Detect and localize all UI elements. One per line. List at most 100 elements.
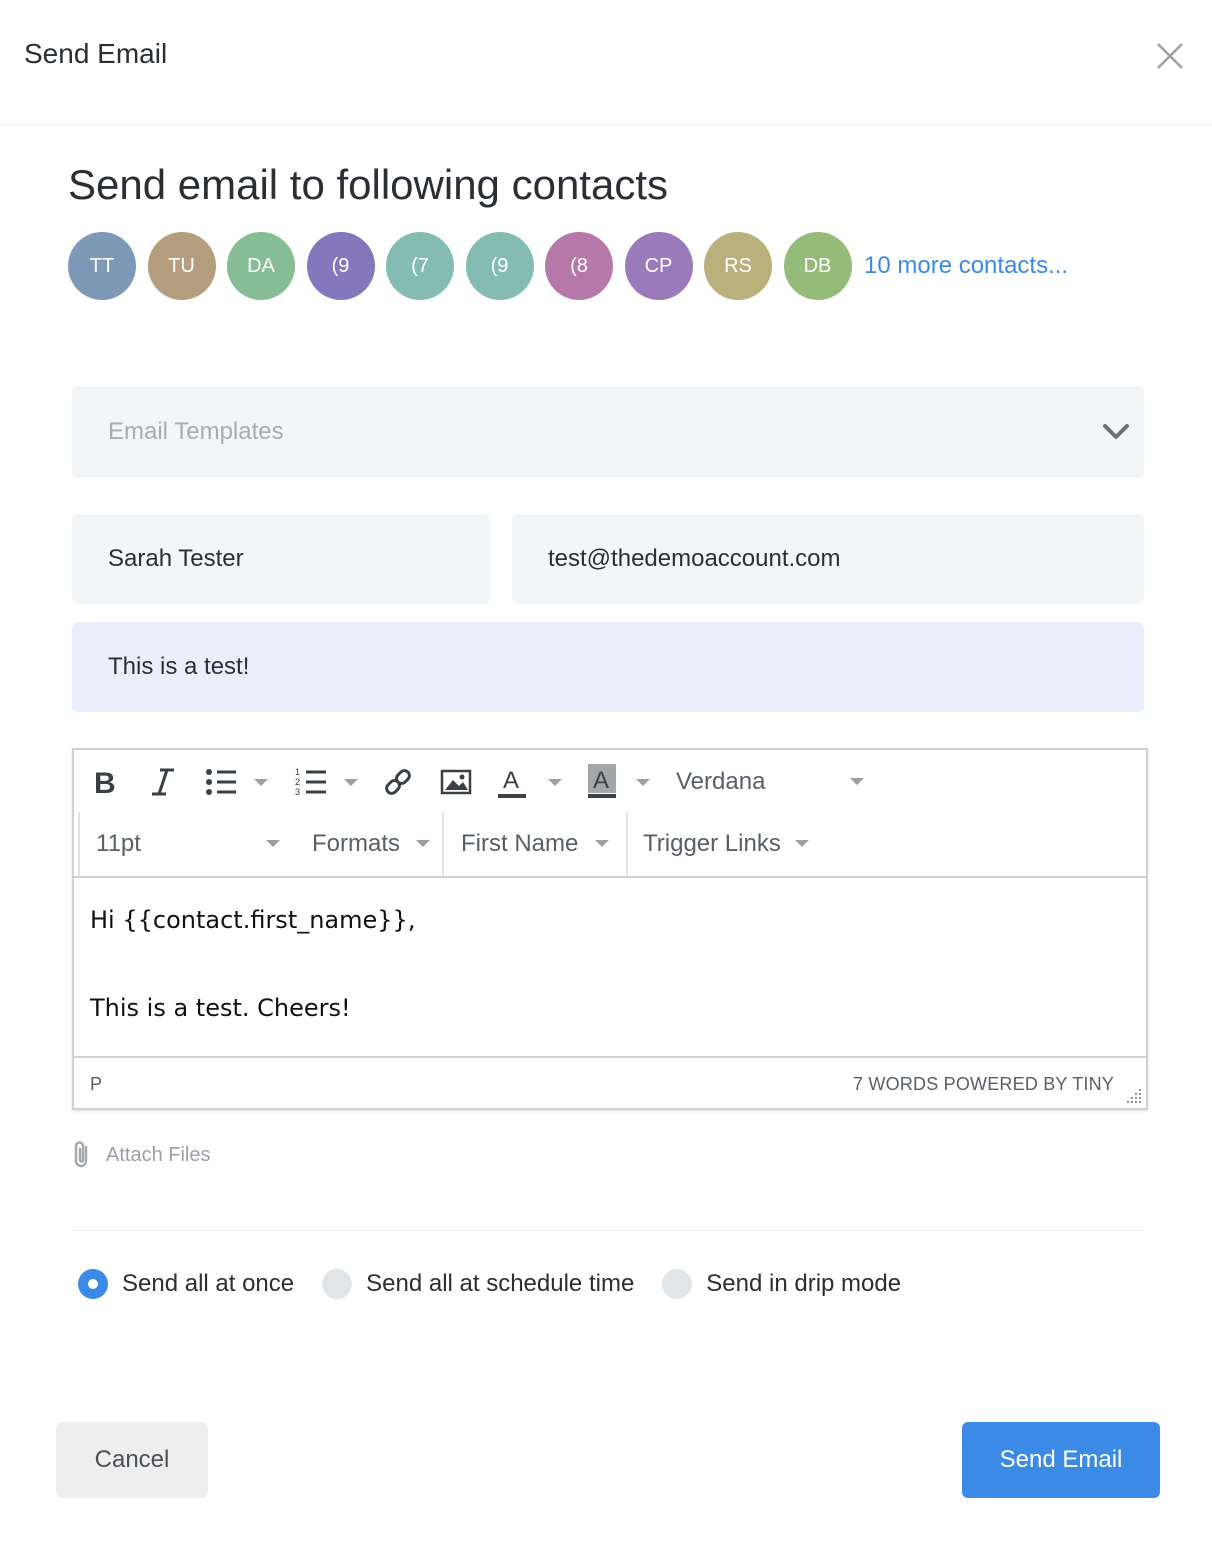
avatar-initials: RS <box>724 254 752 277</box>
radio-send-all-at-once[interactable]: Send all at once <box>78 1269 294 1299</box>
toolbar-divider <box>78 812 80 876</box>
bold-icon[interactable]: B <box>90 762 120 802</box>
more-contacts-link[interactable]: 10 more contacts... <box>864 252 1068 280</box>
chevron-down-icon <box>1103 424 1129 439</box>
text-color-dropdown[interactable] <box>548 762 562 802</box>
background-color-dropdown[interactable] <box>636 762 650 802</box>
avatar[interactable]: DB <box>783 232 852 300</box>
image-icon[interactable] <box>440 762 472 802</box>
attach-files-label: Attach Files <box>106 1143 211 1166</box>
svg-text:A: A <box>503 767 519 794</box>
radio-button[interactable] <box>322 1269 353 1299</box>
from-name-value: Sarah Tester <box>108 545 244 572</box>
paperclip-icon <box>74 1141 88 1168</box>
svg-text:3: 3 <box>295 787 300 797</box>
first-name-label: First Name <box>461 830 579 857</box>
avatar-initials: (7 <box>411 254 429 277</box>
bullet-list-icon[interactable] <box>204 762 238 802</box>
radio-send-in-drip-mode[interactable]: Send in drip mode <box>662 1269 901 1299</box>
resize-handle-icon[interactable] <box>1126 1088 1142 1104</box>
dialog-header: Send Email <box>0 0 1212 125</box>
radio-label: Send all at schedule time <box>366 1270 635 1297</box>
avatar-initials: (8 <box>570 254 588 277</box>
editor-content[interactable]: Hi {{contact.first_name}}, This is a tes… <box>74 876 1146 1058</box>
divider <box>72 1230 1144 1231</box>
chevron-down-icon <box>548 778 562 786</box>
chevron-down-icon <box>636 778 650 786</box>
avatar-initials: (9 <box>490 254 509 277</box>
toolbar-divider <box>626 812 628 876</box>
rich-text-editor: B 123 A A Verdana 11pt Formats First Nam… <box>72 748 1148 1110</box>
radio-label: Send all at once <box>122 1270 295 1297</box>
from-name-field[interactable]: Sarah Tester <box>72 514 490 604</box>
text-color-icon[interactable]: A <box>496 762 528 802</box>
font-size-value: 11pt <box>96 830 141 857</box>
avatar-initials: TU <box>168 254 195 277</box>
font-family-value: Verdana <box>676 768 766 795</box>
element-path[interactable]: P <box>90 1074 102 1095</box>
radio-button[interactable] <box>662 1269 693 1299</box>
font-family-select[interactable]: Verdana <box>676 762 864 802</box>
avatar[interactable]: (9 <box>306 232 375 300</box>
avatar[interactable]: (7 <box>386 232 454 300</box>
chevron-down-icon <box>266 840 280 847</box>
subject-field[interactable]: This is a test! <box>72 622 1144 712</box>
avatar[interactable]: (8 <box>545 232 613 300</box>
background-color-icon[interactable]: A <box>586 762 618 802</box>
chevron-down-icon <box>795 840 809 847</box>
italic-icon[interactable] <box>148 762 178 802</box>
avatar-initials: (9 <box>331 254 350 277</box>
formats-select[interactable]: Formats <box>312 812 430 876</box>
attach-files-button[interactable]: Attach Files <box>70 1140 210 1170</box>
trigger-links-label: Trigger Links <box>643 830 781 857</box>
avatar[interactable]: CP <box>624 232 693 300</box>
send-mode-options: Send all at once Send all at schedule ti… <box>78 1268 929 1300</box>
dialog-title: Send Email <box>24 38 168 69</box>
radio-send-at-schedule-time[interactable]: Send all at schedule time <box>322 1269 634 1299</box>
font-size-select[interactable]: 11pt <box>96 812 280 876</box>
avatar[interactable]: RS <box>704 232 772 300</box>
chevron-down-icon <box>254 778 268 786</box>
editor-line: This is a test. Cheers! <box>90 994 351 1022</box>
cancel-button[interactable]: Cancel <box>56 1422 208 1498</box>
link-icon[interactable] <box>382 762 414 802</box>
toolbar-divider <box>442 812 444 876</box>
from-email-field[interactable]: test@thedemoaccount.com <box>512 514 1144 604</box>
email-templates-select[interactable]: Email Templates <box>72 386 1144 478</box>
numbered-list-dropdown[interactable] <box>344 762 358 802</box>
page-title: Send email to following contacts <box>68 161 668 208</box>
chevron-down-icon <box>850 778 864 785</box>
avatar-initials: CP <box>644 254 673 277</box>
avatar[interactable]: TT <box>68 232 136 300</box>
email-templates-placeholder: Email Templates <box>108 418 284 445</box>
avatar-initials: DB <box>803 254 832 277</box>
chevron-down-icon <box>344 778 358 786</box>
formats-label: Formats <box>312 830 401 857</box>
first-name-select[interactable]: First Name <box>461 812 609 876</box>
svg-text:B: B <box>94 767 116 798</box>
editor-toolbar-row: 11pt Formats First Name Trigger Links <box>78 812 1146 876</box>
svg-text:1: 1 <box>295 767 300 777</box>
avatar-initials: TT <box>89 254 115 277</box>
bullet-list-dropdown[interactable] <box>254 762 268 802</box>
svg-text:2: 2 <box>295 777 300 787</box>
trigger-links-select[interactable]: Trigger Links <box>643 812 809 876</box>
numbered-list-icon[interactable]: 123 <box>294 762 328 802</box>
avatar[interactable]: (9 <box>465 232 534 300</box>
contact-avatars: TT TU DA (9 (7 (9 (8 CP RS DB 10 more co… <box>68 232 1068 300</box>
editor-toolbar: B 123 A A Verdana <box>74 750 1146 812</box>
from-email-value: test@thedemoaccount.com <box>548 545 841 572</box>
radio-label: Send in drip mode <box>706 1270 902 1297</box>
chevron-down-icon <box>416 840 430 847</box>
editor-line: Hi {{contact.first_name}}, <box>90 906 416 934</box>
word-count: 7 WORDS POWERED BY TINY <box>853 1074 1114 1094</box>
avatar[interactable]: TU <box>147 232 216 300</box>
avatar[interactable]: DA <box>227 232 295 300</box>
subject-value: This is a test! <box>108 653 250 680</box>
avatar-initials: DA <box>247 254 275 277</box>
chevron-down-icon <box>595 840 609 847</box>
editor-statusbar: P 7 WORDS POWERED BY TINY <box>74 1056 1146 1108</box>
close-icon[interactable] <box>1152 38 1188 74</box>
send-email-button[interactable]: Send Email <box>962 1422 1160 1498</box>
radio-button[interactable] <box>78 1269 108 1299</box>
